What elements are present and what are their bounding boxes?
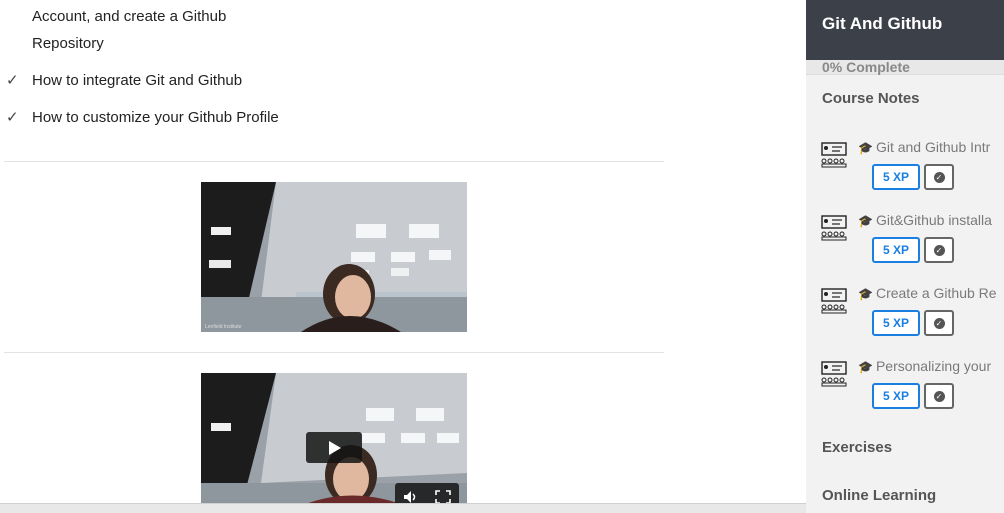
xp-badge: 5 XP <box>872 164 920 190</box>
lesson-title[interactable]: 🎓 Personalizing your <box>858 358 991 374</box>
objective-item-customize: How to customize your Github Profile <box>32 109 279 126</box>
progress-text: 0% Complete <box>822 59 910 75</box>
course-title: Git And Github <box>822 14 943 33</box>
classroom-icon <box>821 288 847 314</box>
fullscreen-icon[interactable] <box>435 490 451 504</box>
check-icon: ✓ <box>6 109 19 126</box>
section-course-notes[interactable]: Course Notes <box>822 90 920 107</box>
section-online-learning[interactable]: Online Learning <box>822 487 936 504</box>
divider <box>4 161 664 162</box>
graduation-cap-icon: 🎓 <box>858 141 873 155</box>
objective-item-integrate: How to integrate Git and Github <box>32 72 243 89</box>
section-exercises[interactable]: Exercises <box>822 439 892 456</box>
check-icon: ✓ <box>6 72 19 89</box>
check-circle-icon: ✓ <box>933 244 945 256</box>
lesson-title[interactable]: 🎓 Create a Github Re <box>858 285 997 301</box>
check-circle-icon: ✓ <box>933 317 945 329</box>
graduation-cap-icon: 🎓 <box>858 287 873 301</box>
divider <box>4 352 664 353</box>
mark-complete-button[interactable]: ✓ <box>924 383 954 409</box>
bottom-bar <box>0 503 806 513</box>
play-button[interactable] <box>306 432 362 463</box>
check-circle-icon: ✓ <box>933 390 945 402</box>
xp-badge: 5 XP <box>872 237 920 263</box>
graduation-cap-icon: 🎓 <box>858 360 873 374</box>
play-icon <box>329 440 341 455</box>
xp-badge: 5 XP <box>872 310 920 336</box>
course-sidebar: Git And Github 0% Complete Course Notes … <box>806 0 1004 513</box>
volume-icon[interactable] <box>403 490 419 504</box>
lesson-content: Account, and create a Github Repository … <box>0 0 806 513</box>
objective-text-line2: Repository <box>32 35 104 52</box>
mark-complete-button[interactable]: ✓ <box>924 310 954 336</box>
video-player-2[interactable] <box>201 373 467 508</box>
lesson-item[interactable]: 🎓 Git&Github installa 5 XP ✓ <box>806 212 1004 268</box>
classroom-icon <box>821 142 847 168</box>
classroom-icon <box>821 361 847 387</box>
objective-text-line1: Account, and create a Github <box>32 8 227 25</box>
lesson-item[interactable]: 🎓 Personalizing your 5 XP ✓ <box>806 358 1004 414</box>
graduation-cap-icon: 🎓 <box>858 214 873 228</box>
sidebar-header: Git And Github <box>806 0 1004 60</box>
video-caption: Lenfield Institute <box>205 324 242 330</box>
check-circle-icon: ✓ <box>933 171 945 183</box>
lesson-item[interactable]: 🎓 Git and Github Intr 5 XP ✓ <box>806 139 1004 195</box>
mark-complete-button[interactable]: ✓ <box>924 237 954 263</box>
video-player-1[interactable]: Lenfield Institute <box>201 182 467 332</box>
lesson-title[interactable]: 🎓 Git and Github Intr <box>858 139 990 155</box>
lesson-item[interactable]: 🎓 Create a Github Re 5 XP ✓ <box>806 285 1004 341</box>
classroom-icon <box>821 215 847 241</box>
mark-complete-button[interactable]: ✓ <box>924 164 954 190</box>
xp-badge: 5 XP <box>872 383 920 409</box>
lesson-title[interactable]: 🎓 Git&Github installa <box>858 212 992 228</box>
video-frame <box>201 182 467 332</box>
